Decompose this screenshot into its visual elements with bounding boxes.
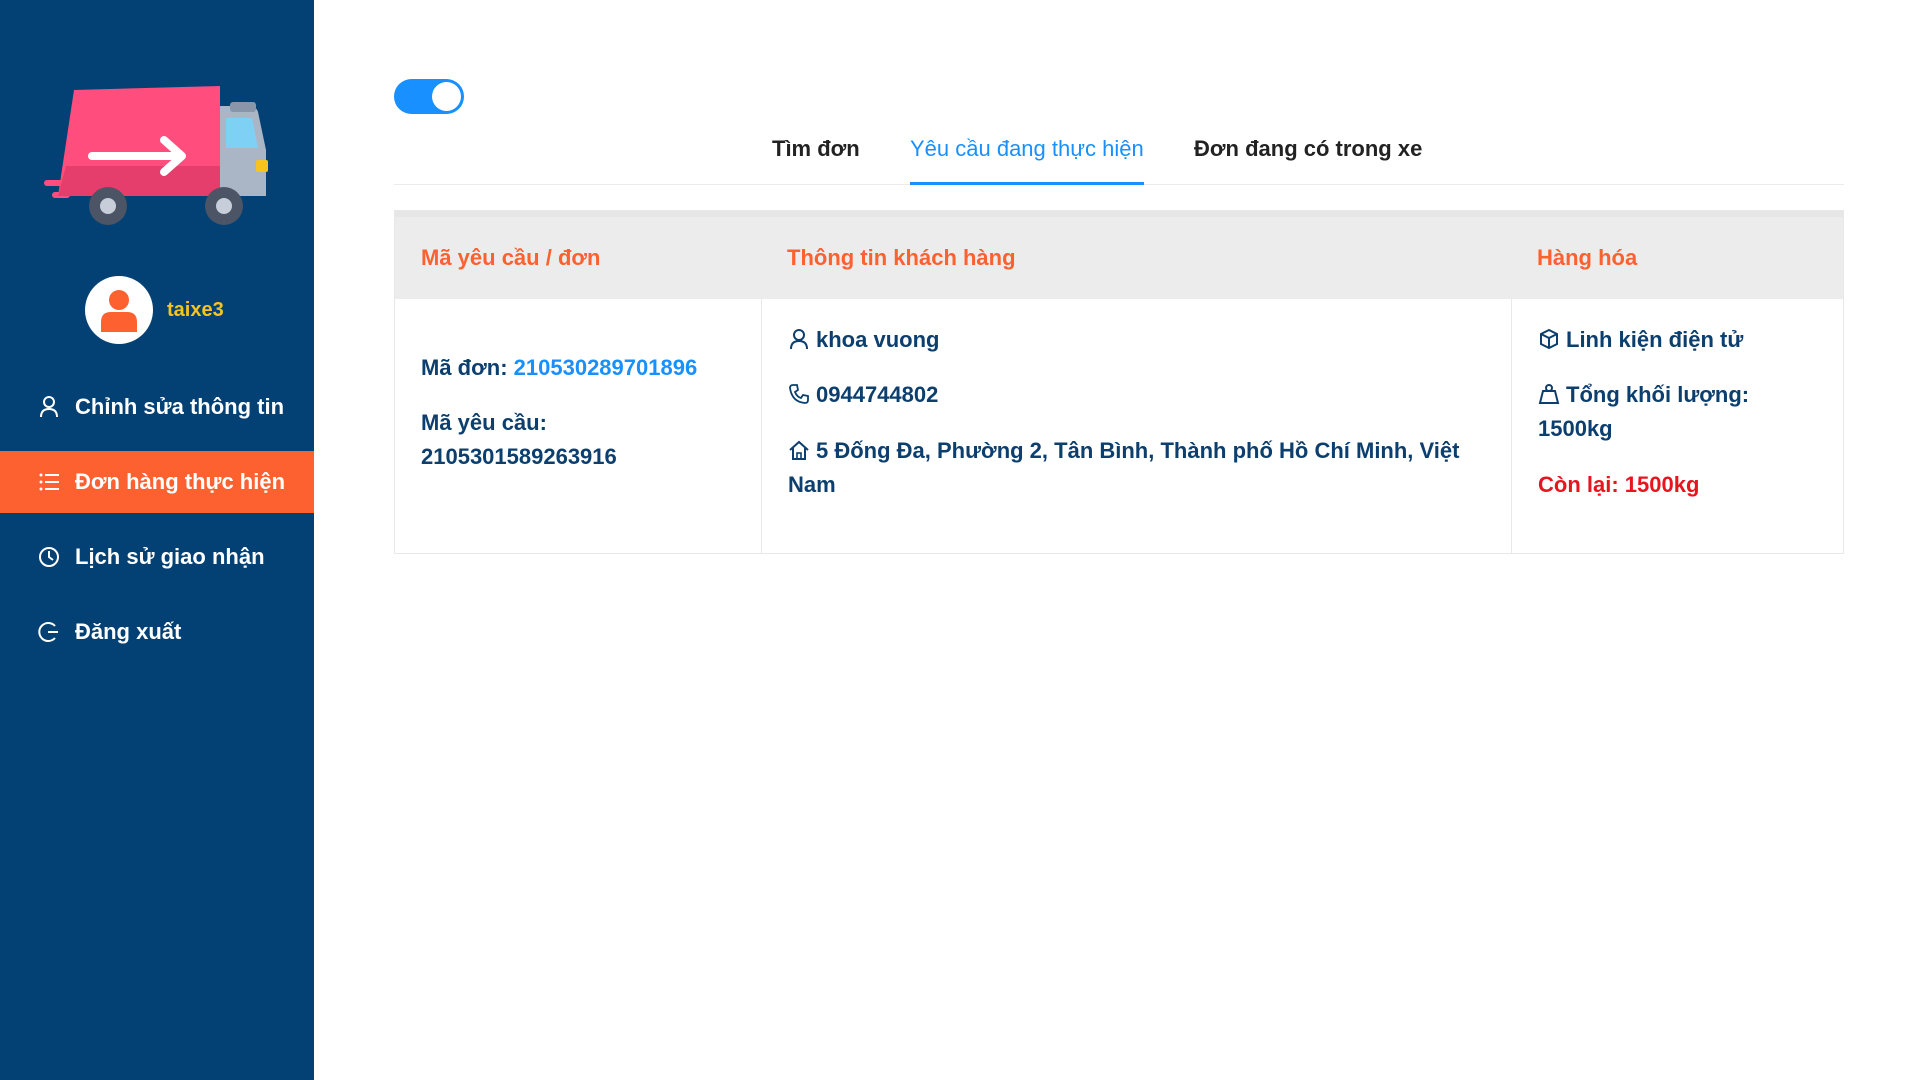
sidebar-item-edit-profile[interactable]: Chỉnh sửa thông tin bbox=[0, 376, 314, 438]
order-code-label: Mã đơn: bbox=[421, 355, 508, 380]
cell-customer: khoa vuong 0944744802 5 Đống Đa, Phường … bbox=[761, 299, 1511, 553]
username: taixe3 bbox=[167, 298, 224, 321]
box-icon bbox=[1540, 328, 1558, 350]
column-header-customer: Thông tin khách hàng bbox=[787, 245, 1016, 270]
sidebar-nav: Chỉnh sửa thông tin Đơn hàng thực hiện L… bbox=[0, 376, 314, 676]
tab-bar: Tìm đơn Yêu cầu đang thực hiện Đơn đang … bbox=[394, 130, 1844, 185]
clock-icon bbox=[38, 546, 60, 568]
customer-address-line: 5 Đống Đa, Phường 2, Tân Bình, Thành phố… bbox=[788, 434, 1488, 502]
column-header-goods: Hàng hóa bbox=[1537, 245, 1638, 270]
total-weight-label: Tổng khối lượng: bbox=[1566, 382, 1750, 407]
table-header: Mã yêu cầu / đơn Thông tin khách hàng Hà… bbox=[395, 211, 1843, 299]
total-weight-value: 1500kg bbox=[1538, 416, 1613, 441]
customer-name-line: khoa vuong bbox=[788, 323, 939, 357]
column-header-code: Mã yêu cầu / đơn bbox=[421, 245, 601, 270]
user-avatar-icon bbox=[101, 290, 137, 332]
weight-icon bbox=[1538, 384, 1560, 404]
request-code-value: 2105301589263916 bbox=[421, 444, 617, 469]
logout-icon bbox=[38, 621, 60, 643]
phone-icon bbox=[789, 384, 809, 404]
total-weight-line: Tổng khối lượng: bbox=[1538, 378, 1749, 412]
sidebar-item-history[interactable]: Lịch sử giao nhận bbox=[0, 526, 314, 588]
request-code-label: Mã yêu cầu: bbox=[421, 410, 547, 435]
user-profile: taixe3 bbox=[85, 276, 224, 344]
user-icon bbox=[38, 396, 60, 418]
sidebar-item-label: Lịch sử giao nhận bbox=[75, 544, 265, 569]
goods-name-line: Linh kiện điện tử bbox=[1538, 323, 1743, 357]
remaining-weight: Còn lại: 1500kg bbox=[1538, 472, 1700, 497]
app: taixe3 Chỉnh sửa thông tin Đơn hàng thực… bbox=[0, 0, 1920, 1080]
tab-find-order[interactable]: Tìm đơn bbox=[772, 130, 860, 185]
goods-name: Linh kiện điện tử bbox=[1566, 327, 1744, 352]
list-icon bbox=[38, 471, 60, 493]
cell-codes: Mã đơn: 210530289701896 Mã yêu cầu: 2105… bbox=[395, 299, 761, 553]
requests-table: Mã yêu cầu / đơn Thông tin khách hàng Hà… bbox=[394, 210, 1844, 554]
tab-current-requests[interactable]: Yêu cầu đang thực hiện bbox=[910, 130, 1144, 185]
sidebar-item-logout[interactable]: Đăng xuất bbox=[0, 601, 314, 663]
sidebar: taixe3 Chỉnh sửa thông tin Đơn hàng thực… bbox=[0, 0, 314, 1080]
status-toggle[interactable] bbox=[394, 79, 464, 114]
table-row: Mã đơn: 210530289701896 Mã yêu cầu: 2105… bbox=[395, 299, 1843, 553]
sidebar-item-label: Chỉnh sửa thông tin bbox=[75, 394, 285, 419]
avatar bbox=[85, 276, 153, 344]
cell-goods: Linh kiện điện tử Tổng khối lượng: 1500k… bbox=[1511, 299, 1843, 553]
truck-logo-icon bbox=[44, 86, 272, 228]
tab-orders-in-truck[interactable]: Đơn đang có trong xe bbox=[1194, 130, 1422, 185]
order-code-line: Mã đơn: 210530289701896 bbox=[421, 351, 697, 385]
sidebar-item-label: Đăng xuất bbox=[75, 619, 182, 644]
customer-address: 5 Đống Đa, Phường 2, Tân Bình, Thành phố… bbox=[788, 438, 1460, 497]
customer-phone: 0944744802 bbox=[816, 382, 939, 407]
sidebar-item-orders[interactable]: Đơn hàng thực hiện bbox=[0, 451, 314, 513]
user-icon bbox=[790, 329, 808, 350]
customer-name: khoa vuong bbox=[816, 327, 940, 352]
sidebar-item-label: Đơn hàng thực hiện bbox=[75, 469, 286, 494]
order-code-link[interactable]: 210530289701896 bbox=[514, 355, 698, 380]
customer-phone-line: 0944744802 bbox=[788, 378, 938, 412]
toggle-knob bbox=[432, 82, 461, 111]
home-icon bbox=[789, 440, 809, 460]
